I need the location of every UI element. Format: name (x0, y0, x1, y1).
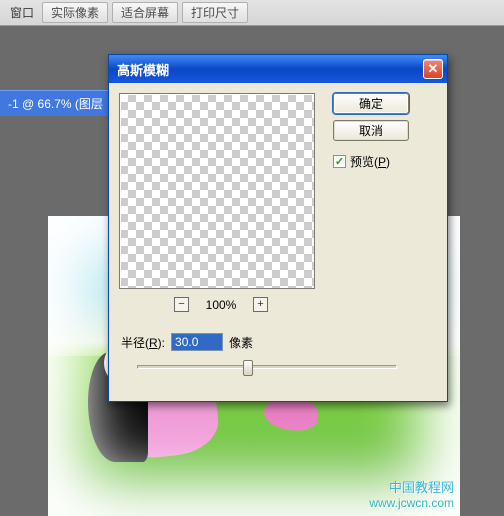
watermark-url: www.jcwcn.com (369, 496, 454, 510)
close-icon: ✕ (428, 61, 439, 77)
preview-area[interactable] (119, 93, 315, 289)
document-title: -1 @ 66.7% (图层 (0, 90, 111, 116)
radius-unit: 像素 (229, 334, 253, 351)
zoom-value: 100% (201, 298, 241, 312)
check-icon: ✓ (335, 155, 344, 168)
radius-label: 半径(R): (121, 334, 165, 351)
watermark-line1: 中国教程网 (369, 477, 454, 496)
zoom-controls: − 100% + (119, 297, 323, 312)
menu-window[interactable]: 窗口 (6, 2, 38, 23)
plus-icon: + (257, 299, 263, 310)
cancel-button[interactable]: 取消 (333, 120, 409, 141)
gaussian-blur-dialog: 高斯模糊 ✕ − 100% + 确定 取消 (108, 54, 448, 402)
minus-icon: − (178, 299, 184, 310)
btn-fit-screen[interactable]: 适合屏幕 (112, 2, 178, 23)
radius-slider[interactable] (137, 365, 397, 369)
dialog-titlebar[interactable]: 高斯模糊 ✕ (109, 55, 447, 83)
btn-print-size[interactable]: 打印尺寸 (182, 2, 248, 23)
radius-slider-thumb[interactable] (243, 360, 253, 376)
preview-label[interactable]: 预览(P) (350, 153, 390, 170)
dialog-title: 高斯模糊 (117, 60, 169, 79)
app-toolbar: 窗口 实际像素 适合屏幕 打印尺寸 (0, 0, 504, 26)
preview-checkbox[interactable]: ✓ (333, 155, 346, 168)
zoom-out-button[interactable]: − (174, 297, 189, 312)
watermark: 中国教程网 www.jcwcn.com (369, 477, 454, 510)
ok-button[interactable]: 确定 (333, 93, 409, 114)
preview-toggle-row: ✓ 预览(P) (333, 153, 437, 170)
radius-input[interactable] (171, 333, 223, 351)
workspace: -1 @ 66.7% (图层 中国教程网 www.jcwcn.com 高斯模糊 … (0, 26, 504, 506)
dialog-body: − 100% + 确定 取消 ✓ 预览(P) (109, 83, 447, 401)
radius-row: 半径(R): 像素 (121, 333, 253, 351)
close-button[interactable]: ✕ (423, 59, 443, 79)
btn-actual-pixels[interactable]: 实际像素 (42, 2, 108, 23)
zoom-in-button[interactable]: + (253, 297, 268, 312)
